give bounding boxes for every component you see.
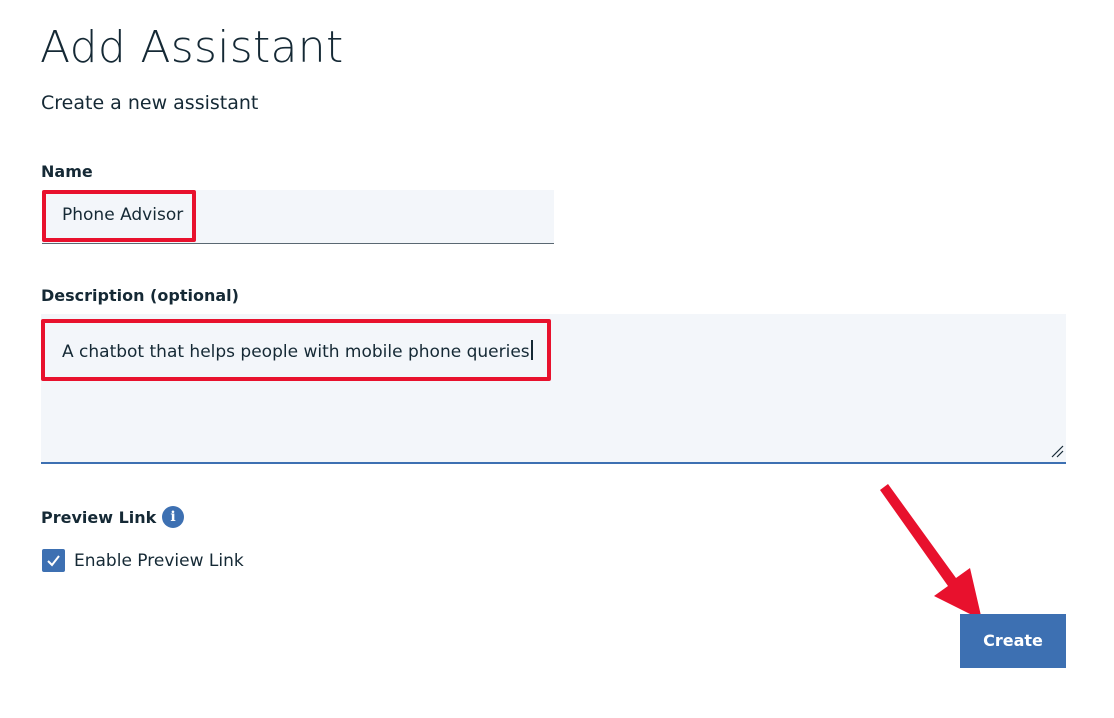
add-assistant-page: Add Assistant Create a new assistant Nam… bbox=[0, 0, 1114, 718]
name-value: Phone Advisor bbox=[62, 205, 184, 225]
enable-preview-link-label[interactable]: Enable Preview Link bbox=[74, 550, 244, 572]
page-title: Add Assistant bbox=[40, 22, 344, 73]
description-label: Description (optional) bbox=[41, 286, 239, 305]
description-field[interactable]: A chatbot that helps people with mobile … bbox=[41, 314, 1066, 464]
checkmark-icon bbox=[47, 555, 60, 567]
enable-preview-link-checkbox[interactable] bbox=[42, 549, 65, 572]
description-value: A chatbot that helps people with mobile … bbox=[62, 342, 530, 362]
name-field[interactable]: Phone Advisor bbox=[42, 190, 554, 244]
name-label: Name bbox=[41, 162, 93, 181]
info-icon[interactable]: i bbox=[162, 506, 184, 528]
page-subtitle: Create a new assistant bbox=[41, 92, 259, 114]
create-button[interactable]: Create bbox=[960, 614, 1066, 668]
text-caret bbox=[530, 340, 533, 360]
preview-link-label: Preview Link bbox=[41, 508, 157, 527]
description-value-wrap: A chatbot that helps people with mobile … bbox=[62, 340, 533, 362]
resize-handle-icon[interactable] bbox=[1050, 444, 1064, 458]
annotation-arrow-icon bbox=[880, 484, 982, 620]
